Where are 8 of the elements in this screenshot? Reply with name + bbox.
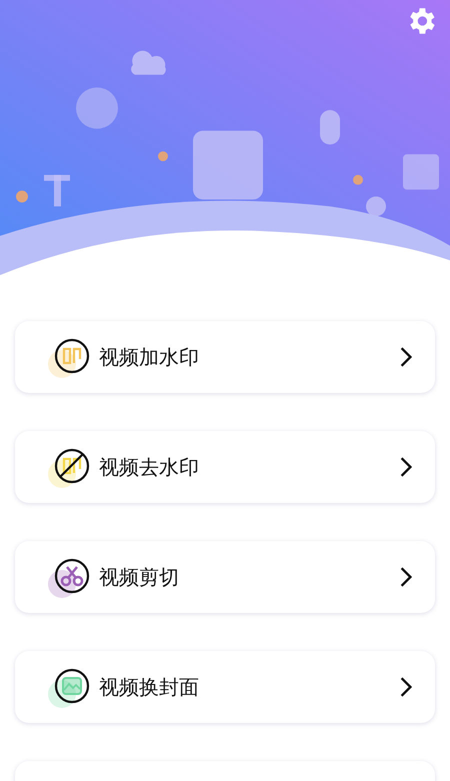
chevron-right-icon — [399, 456, 413, 478]
chevron-right-icon — [399, 346, 413, 368]
menu-item[interactable]: 视频去水印 — [15, 431, 435, 503]
chevron-right-icon — [399, 566, 413, 588]
menu-item[interactable]: 视频加水印 — [15, 321, 435, 393]
menu-item[interactable]: 视频剪切 — [15, 541, 435, 613]
menu-item[interactable]: 视频换封面 — [15, 651, 435, 723]
chevron-right-icon — [399, 676, 413, 698]
